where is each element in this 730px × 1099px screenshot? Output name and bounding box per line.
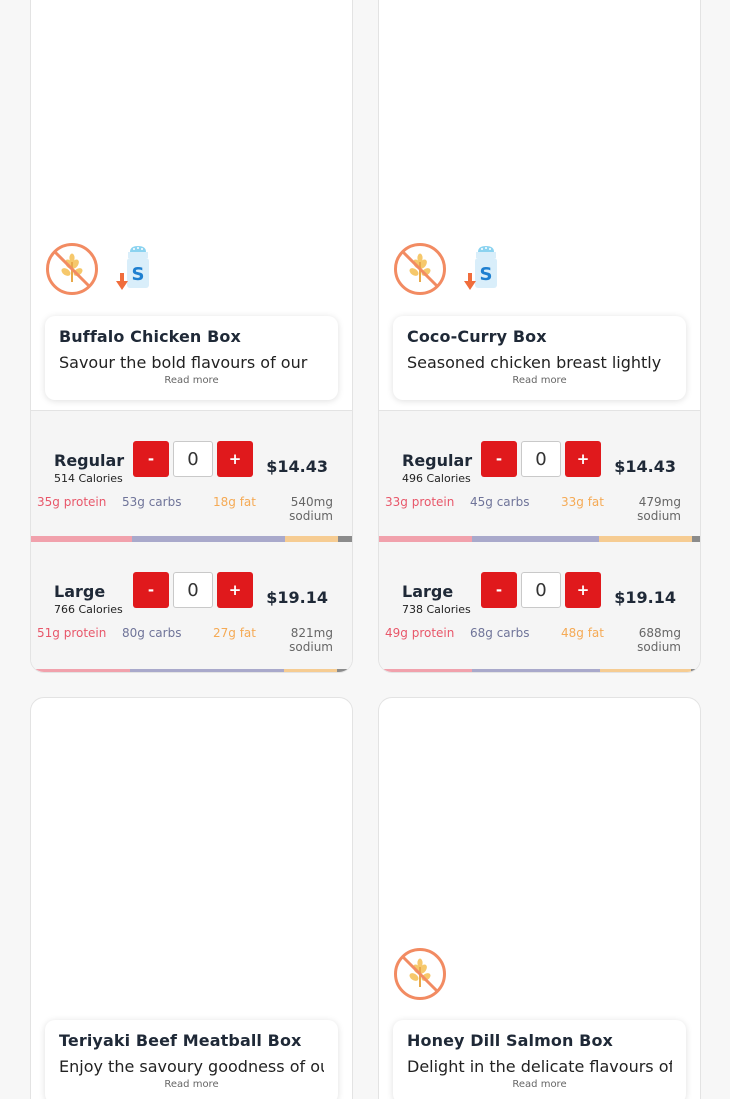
- size-name: Large: [402, 582, 454, 601]
- low-sodium-icon: S: [459, 242, 513, 296]
- price: $19.14: [614, 588, 676, 607]
- calories: 514 Calories: [54, 472, 123, 485]
- product-description: Delight in the delicate flavours of: [407, 1057, 672, 1076]
- product-info: Honey Dill Salmon Box Delight in the deli…: [393, 1020, 686, 1099]
- product-description: Seasoned chicken breast lightly: [407, 353, 662, 372]
- protein-segment: [31, 669, 130, 672]
- carbs: 80g carbs: [122, 626, 182, 640]
- price: $14.43: [266, 457, 328, 476]
- carbs: 68g carbs: [470, 626, 530, 640]
- product-name: Buffalo Chicken Box: [59, 327, 241, 346]
- decrease-quantity-button[interactable]: -: [133, 441, 169, 477]
- read-more-link[interactable]: Read more: [407, 375, 672, 386]
- carbs-segment: [129, 669, 285, 672]
- size-options: Regular496 Calories-+$14.4333g protein45…: [379, 410, 700, 672]
- product-name: Coco-Curry Box: [407, 327, 547, 346]
- diet-badges: [393, 947, 447, 1001]
- quantity-input[interactable]: [173, 441, 213, 477]
- gluten-free-icon: [393, 947, 447, 1001]
- increase-quantity-button[interactable]: +: [217, 441, 253, 477]
- sodium-segment: [336, 669, 352, 672]
- size-name: Regular: [54, 451, 125, 470]
- size-option-regular: Regular 496 Calories- + $14.43 33g protein 45…: [379, 411, 700, 542]
- calories: 738 Calories: [402, 603, 471, 616]
- read-more-link[interactable]: Read more: [59, 1079, 324, 1090]
- macro-bar: [31, 669, 352, 672]
- increase-quantity-button[interactable]: +: [217, 572, 253, 608]
- size-name: Large: [54, 582, 106, 601]
- size-option-regular: Regular 514 Calories- + $14.43 35g protein 53…: [31, 411, 352, 542]
- protein: 33g protein: [385, 495, 455, 509]
- product-description: Savour the bold flavours of our: [59, 353, 308, 372]
- sodium: 688mg sodium: [637, 626, 681, 654]
- read-more-link[interactable]: Read more: [59, 375, 324, 386]
- calories: 766 Calories: [54, 603, 123, 616]
- increase-quantity-button[interactable]: +: [565, 572, 601, 608]
- diet-badges: S: [393, 242, 513, 296]
- fat: 33g fat: [561, 495, 604, 509]
- sodium: 479mg sodium: [637, 495, 681, 523]
- carbs: 45g carbs: [470, 495, 530, 509]
- calories: 496 Calories: [402, 472, 471, 485]
- quantity-input[interactable]: [521, 441, 561, 477]
- read-more-link[interactable]: Read more: [407, 1079, 672, 1090]
- protein: 49g protein: [385, 626, 455, 640]
- diet-badges: S: [45, 242, 165, 296]
- product-info: Teriyaki Beef Meatball Box Enjoy the savo…: [45, 1020, 338, 1099]
- carbs: 53g carbs: [122, 495, 182, 509]
- macro-bar: [379, 669, 700, 672]
- price: $19.14: [266, 588, 328, 607]
- sodium-segment: [690, 669, 700, 672]
- sodium: 540mg sodium: [289, 495, 333, 523]
- protein-segment: [379, 669, 472, 672]
- product-card: Honey Dill Salmon Box Delight in the deli…: [378, 697, 701, 1099]
- quantity-input[interactable]: [521, 572, 561, 608]
- quantity-input[interactable]: [173, 572, 213, 608]
- product-name: Honey Dill Salmon Box: [407, 1031, 613, 1050]
- size-option-large: Large 738 Calories- + $19.14 49g protein 68g …: [379, 542, 700, 672]
- svg-text:S: S: [480, 264, 493, 285]
- fat-segment: [284, 669, 337, 672]
- price: $14.43: [614, 457, 676, 476]
- gluten-free-icon: [393, 242, 447, 296]
- decrease-quantity-button[interactable]: -: [133, 572, 169, 608]
- sodium: 821mg sodium: [289, 626, 333, 654]
- product-name: Teriyaki Beef Meatball Box: [59, 1031, 302, 1050]
- decrease-quantity-button[interactable]: -: [481, 572, 517, 608]
- protein: 51g protein: [37, 626, 107, 640]
- carbs-segment: [471, 669, 600, 672]
- size-options: Regular514 Calories-+$14.4335g protein53…: [31, 410, 352, 672]
- fat: 18g fat: [213, 495, 256, 509]
- fat: 27g fat: [213, 626, 256, 640]
- size-name: Regular: [402, 451, 473, 470]
- size-option-large: Large 766 Calories- + $19.14 51g protein 80g …: [31, 542, 352, 672]
- product-card: Teriyaki Beef Meatball Box Enjoy the savo…: [30, 697, 353, 1099]
- protein: 35g protein: [37, 495, 107, 509]
- product-info: Buffalo Chicken Box Savour the bold flavo…: [45, 316, 338, 400]
- product-card: S Coco-Curry Box Seasoned chicken breast …: [378, 0, 701, 673]
- decrease-quantity-button[interactable]: -: [481, 441, 517, 477]
- gluten-free-icon: [45, 242, 99, 296]
- increase-quantity-button[interactable]: +: [565, 441, 601, 477]
- fat-segment: [599, 669, 691, 672]
- low-sodium-icon: S: [111, 242, 165, 296]
- product-card: S Buffalo Chicken Box Savour the bold fla…: [30, 0, 353, 673]
- product-info: Coco-Curry Box Seasoned chicken breast li…: [393, 316, 686, 400]
- fat: 48g fat: [561, 626, 604, 640]
- svg-text:S: S: [132, 264, 145, 285]
- product-description: Enjoy the savoury goodness of our: [59, 1057, 324, 1076]
